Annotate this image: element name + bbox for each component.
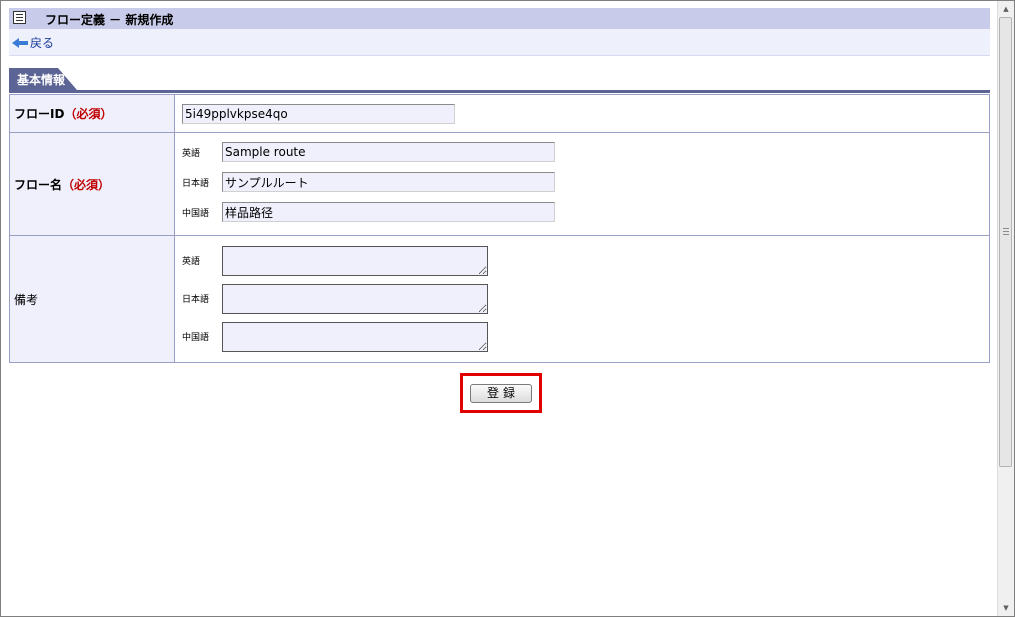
notes-en-textarea[interactable] [222,245,488,276]
required-mark: （必須） [64,107,113,121]
back-arrow-icon [12,37,28,48]
flow-name-en-input[interactable] [222,142,555,162]
lang-label: 日本語 [182,178,210,189]
flow-name-row-en: 英語 [175,142,989,162]
flow-name-row-ja: 日本語 [175,172,989,192]
lang-label: 英語 [182,148,201,159]
flow-id-label-cell: フローID（必須） [9,94,175,133]
back-label: 戻る [30,36,55,50]
notes-label: 備考 [14,292,39,307]
notes-ja-textarea[interactable] [222,283,488,314]
notes-row-zh: 中国語 [175,321,989,352]
tab-underline [9,90,990,93]
scroll-down-arrow-icon[interactable]: ▼ [998,600,1014,616]
flow-id-input[interactable] [182,103,455,124]
submit-highlight: 登録 [460,373,542,413]
vertical-scrollbar[interactable]: ▲ ▼ [997,1,1014,616]
flow-name-row-zh: 中国語 [175,202,989,222]
scroll-thumb[interactable] [999,17,1012,467]
flow-name-ja-input[interactable] [222,172,555,192]
browser-frame: フロー定義 － 新規作成 戻る 基本情報 フローID（必須） フロー名（必須） [0,0,1015,617]
flow-name-value-cell: 英語 日本語 中国語 [174,132,990,236]
row-notes: 備考 英語 日本語 中国語 [9,235,990,363]
notes-label-cell: 備考 [9,235,175,363]
scroll-grip-icon [1003,228,1009,236]
notes-value-cell: 英語 日本語 中国語 [174,235,990,363]
tab-basic-info: 基本情報 [9,68,77,90]
required-mark: （必須） [62,177,111,192]
notes-row-en: 英語 [175,245,989,276]
lang-label: 日本語 [182,294,210,305]
flow-id-label: フローID [14,107,65,121]
title-bar: フロー定義 － 新規作成 [9,8,990,29]
notes-zh-textarea[interactable] [222,321,488,352]
back-link[interactable]: 戻る [12,34,54,51]
scroll-up-arrow-icon[interactable]: ▲ [998,1,1014,17]
flow-name-zh-input[interactable] [222,202,555,222]
lang-label: 中国語 [182,332,210,343]
page-content: フロー定義 － 新規作成 戻る 基本情報 フローID（必須） フロー名（必須） [1,1,998,616]
row-flow-name: フロー名（必須） 英語 日本語 中国語 [9,132,990,236]
flow-id-value-cell [174,94,990,133]
lang-label: 英語 [182,256,201,267]
page-title: フロー定義 － 新規作成 [45,13,174,27]
row-flow-id: フローID（必須） [9,94,990,133]
lang-label: 中国語 [182,208,210,219]
flow-name-label-cell: フロー名（必須） [9,132,175,236]
flow-definition-form: フローID（必須） フロー名（必須） 英語 日本語 [9,94,990,363]
flow-name-label: フロー名 [14,177,63,192]
document-icon [13,11,26,24]
register-button[interactable]: 登録 [470,384,532,403]
notes-row-ja: 日本語 [175,283,989,314]
nav-bar: 戻る [9,29,990,56]
